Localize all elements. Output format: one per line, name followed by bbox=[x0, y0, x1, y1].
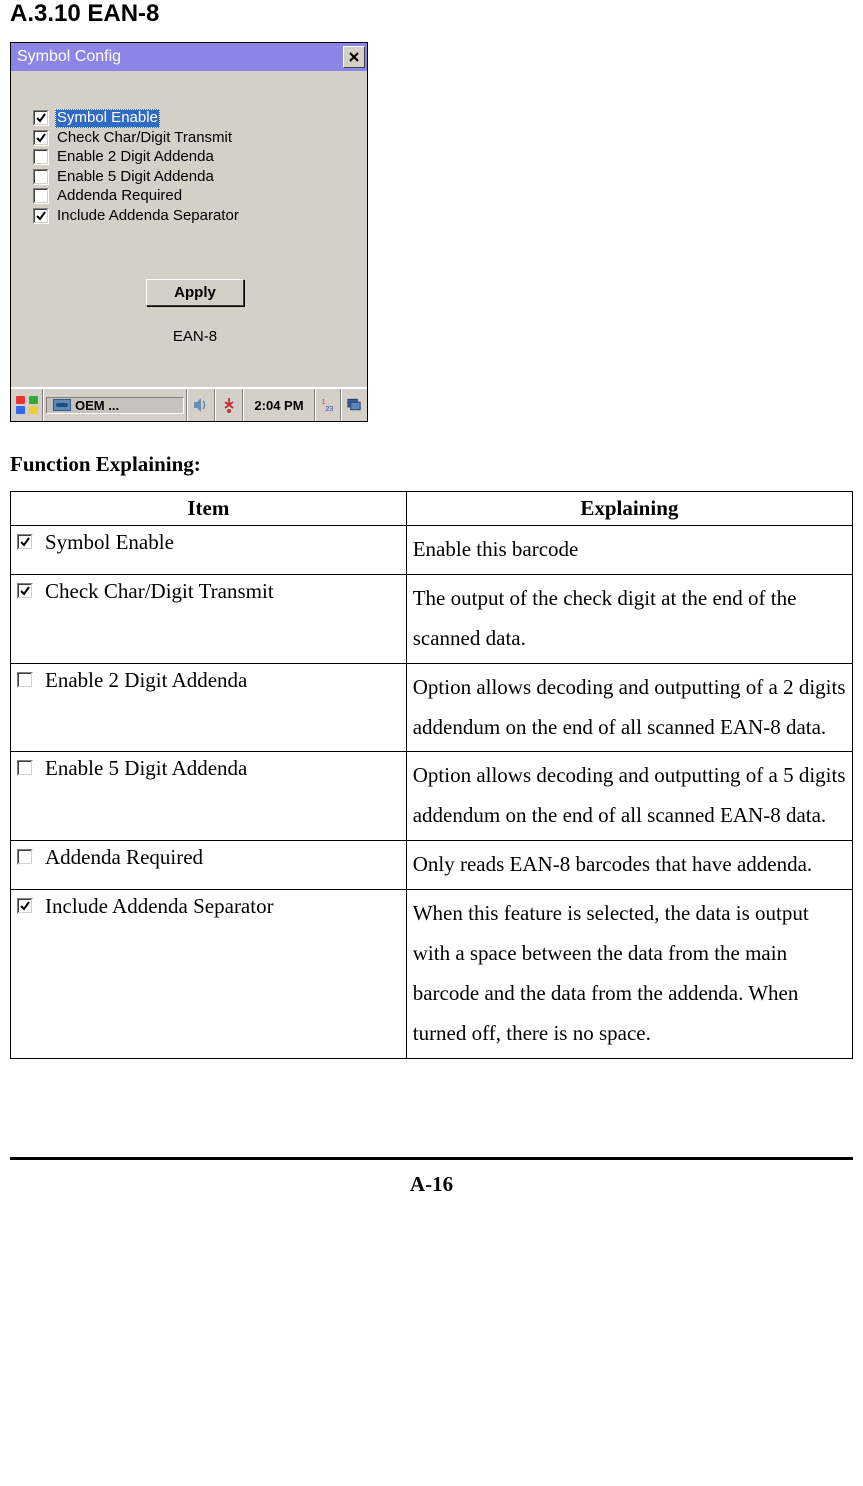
option-row[interactable]: Check Char/Digit Transmit bbox=[33, 129, 357, 148]
close-button[interactable] bbox=[343, 46, 365, 68]
option-label: Addenda Required bbox=[55, 187, 184, 206]
item-explain: Option allows decoding and outputting of… bbox=[406, 663, 852, 752]
svg-text:23: 23 bbox=[325, 405, 333, 413]
item-label: Enable 5 Digit Addenda bbox=[45, 756, 247, 781]
table-row: Symbol Enable Enable this barcode bbox=[11, 526, 853, 575]
checkbox-icon[interactable] bbox=[33, 169, 49, 185]
option-row[interactable]: Enable 5 Digit Addenda bbox=[33, 168, 357, 187]
item-label: Check Char/Digit Transmit bbox=[45, 579, 274, 604]
checkbox-icon[interactable] bbox=[33, 149, 49, 165]
checkbox-icon bbox=[17, 583, 33, 599]
table-row: Addenda Required Only reads EAN-8 barcode… bbox=[11, 841, 853, 890]
section-title: A.3.10 EAN-8 bbox=[10, 0, 853, 28]
item-explain: Option allows decoding and outputting of… bbox=[406, 752, 852, 841]
option-label: Symbol Enable bbox=[55, 109, 160, 128]
apply-button[interactable]: Apply bbox=[146, 279, 244, 306]
option-label: Check Char/Digit Transmit bbox=[55, 129, 234, 148]
option-row[interactable]: Include Addenda Separator bbox=[33, 207, 357, 226]
task-label: OEM ... bbox=[75, 398, 119, 413]
function-explaining-heading: Function Explaining: bbox=[10, 452, 853, 477]
item-explain: Only reads EAN-8 barcodes that have adde… bbox=[406, 841, 852, 890]
option-row[interactable]: Symbol Enable bbox=[33, 109, 357, 128]
window-title: Symbol Config bbox=[17, 48, 121, 66]
table-header-explaining: Explaining bbox=[406, 492, 852, 526]
start-button[interactable] bbox=[11, 389, 43, 421]
item-label: Symbol Enable bbox=[45, 530, 174, 555]
table-row: Enable 2 Digit Addenda Option allows deco… bbox=[11, 663, 853, 752]
checkbox-icon[interactable] bbox=[33, 208, 49, 224]
app-icon bbox=[53, 399, 71, 411]
checkbox-icon bbox=[17, 760, 33, 776]
checkbox-icon bbox=[17, 672, 33, 688]
function-table: Item Explaining Symbol Enable Enable this… bbox=[10, 491, 853, 1059]
checkbox-icon bbox=[17, 534, 33, 550]
item-label: Include Addenda Separator bbox=[45, 894, 274, 919]
option-row[interactable]: Addenda Required bbox=[33, 187, 357, 206]
checkbox-icon[interactable] bbox=[33, 130, 49, 146]
desktop-icon bbox=[346, 396, 363, 414]
item-explain: The output of the check digit at the end… bbox=[406, 574, 852, 663]
option-row[interactable]: Enable 2 Digit Addenda bbox=[33, 148, 357, 167]
item-label: Enable 2 Digit Addenda bbox=[45, 668, 247, 693]
checkbox-icon[interactable] bbox=[33, 110, 49, 126]
windows-flag-icon bbox=[16, 396, 38, 414]
close-icon bbox=[349, 52, 359, 62]
checkbox-icon bbox=[17, 898, 33, 914]
network-disconnected-icon bbox=[220, 396, 238, 414]
tray-volume[interactable] bbox=[187, 389, 215, 421]
tray-input[interactable]: 123 bbox=[315, 389, 341, 421]
option-label: Include Addenda Separator bbox=[55, 207, 241, 226]
dialog-subtitle: EAN-8 bbox=[33, 328, 357, 373]
table-row: Enable 5 Digit Addenda Option allows deco… bbox=[11, 752, 853, 841]
item-explain: Enable this barcode bbox=[406, 526, 852, 575]
symbol-config-window: Symbol Config Symbol EnableCheck Char/Di… bbox=[10, 42, 368, 422]
footer-rule bbox=[10, 1157, 853, 1160]
option-label: Enable 2 Digit Addenda bbox=[55, 148, 216, 167]
checkbox-icon bbox=[17, 849, 33, 865]
taskbar: OEM ... 2:04 PM 123 bbox=[11, 387, 367, 421]
taskbar-task-oem[interactable]: OEM ... bbox=[46, 397, 184, 414]
table-header-item: Item bbox=[11, 492, 407, 526]
tray-desktop[interactable] bbox=[341, 389, 367, 421]
titlebar: Symbol Config bbox=[11, 43, 367, 71]
table-row: Check Char/Digit Transmit The output of t… bbox=[11, 574, 853, 663]
taskbar-clock[interactable]: 2:04 PM bbox=[243, 389, 315, 421]
page-number: A-16 bbox=[10, 1172, 853, 1205]
option-label: Enable 5 Digit Addenda bbox=[55, 168, 216, 187]
checkbox-icon[interactable] bbox=[33, 188, 49, 204]
speaker-icon bbox=[192, 396, 210, 414]
tray-network[interactable] bbox=[215, 389, 243, 421]
input-panel-icon: 123 bbox=[320, 396, 336, 414]
item-explain: When this feature is selected, the data … bbox=[406, 890, 852, 1059]
item-label: Addenda Required bbox=[45, 845, 203, 870]
table-row: Include Addenda Separator When this featu… bbox=[11, 890, 853, 1059]
